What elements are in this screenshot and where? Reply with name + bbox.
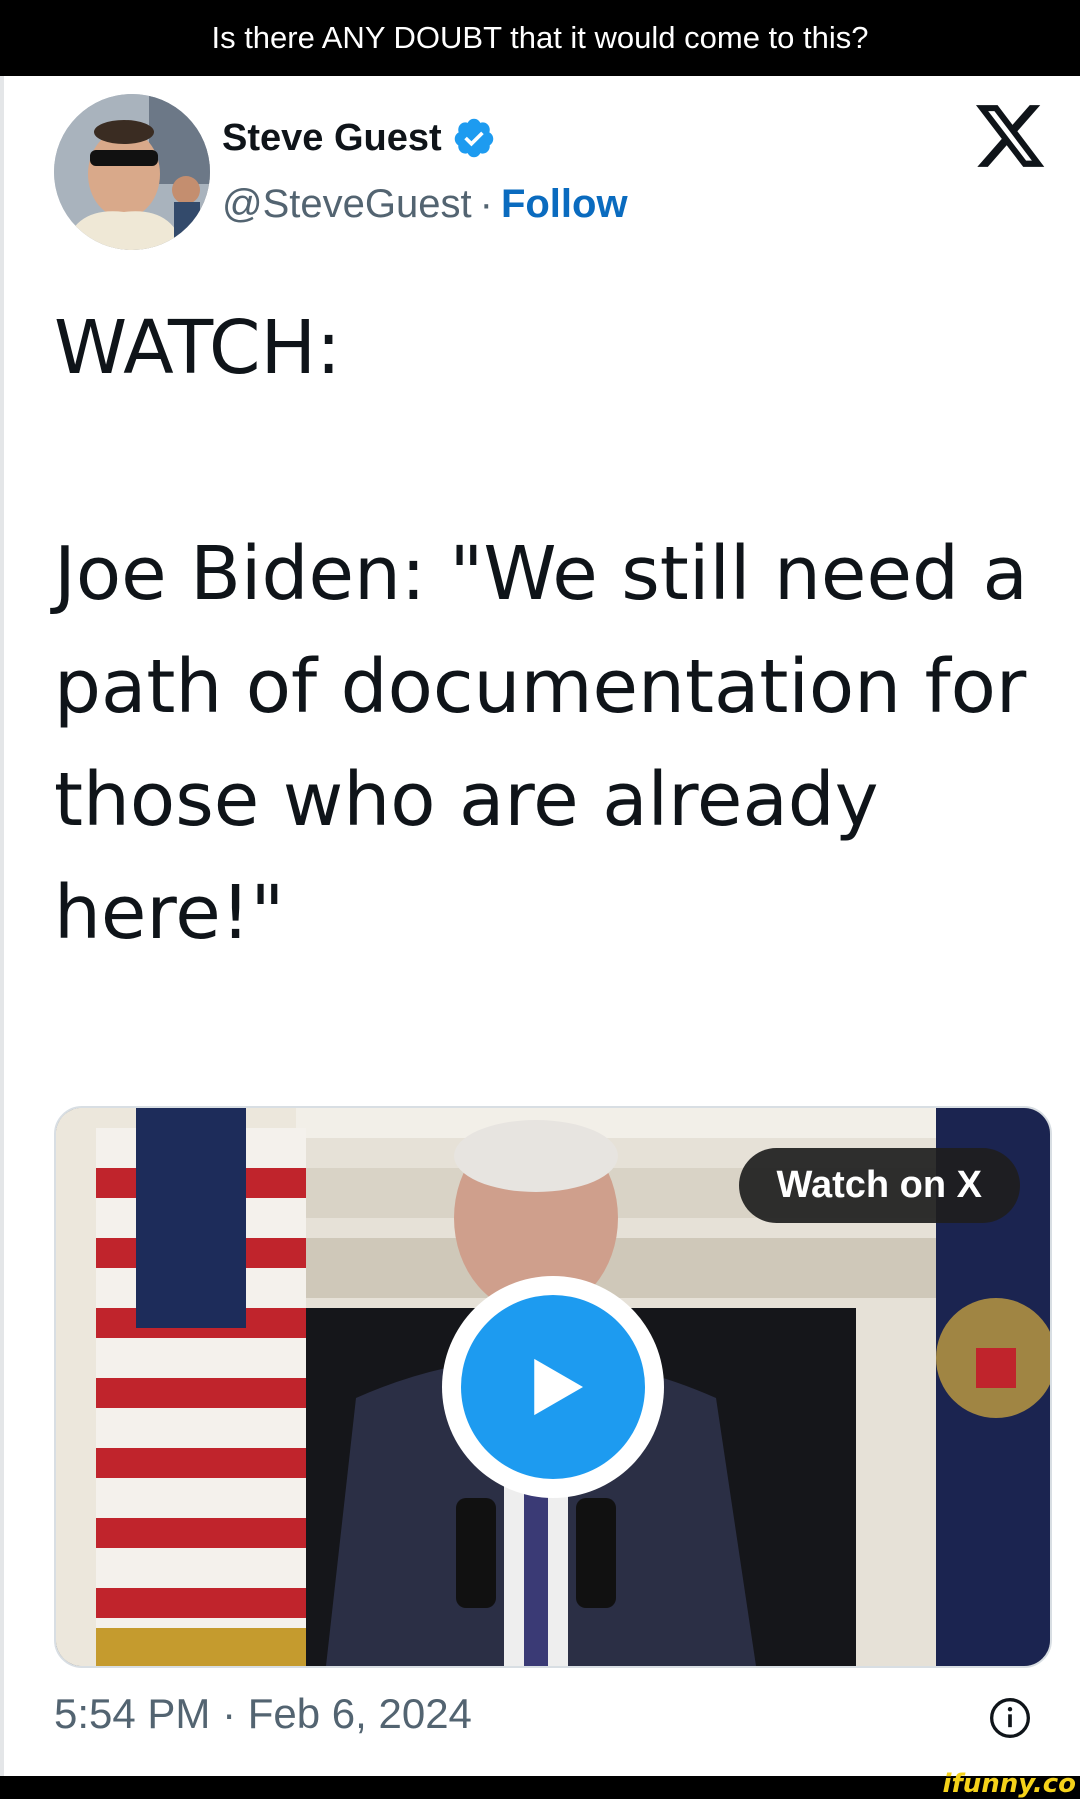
tweet-text: WATCH: Joe Biden: "We still need a path … [54, 305, 1028, 956]
follow-button[interactable]: Follow [501, 182, 628, 227]
author-handle[interactable]: @SteveGuest [222, 182, 472, 227]
author-name[interactable]: Steve Guest [222, 117, 442, 160]
watermark-logo: ifunny.co [942, 1769, 1076, 1799]
play-icon [534, 1358, 583, 1416]
author-name-row[interactable]: Steve Guest [222, 116, 496, 160]
verified-badge-icon [454, 118, 493, 158]
caption-text: Is there ANY DOUBT that it would come to… [211, 20, 869, 55]
play-button-inner [461, 1295, 645, 1479]
tweet-timestamp[interactable]: 5:54 PM · Feb 6, 2024 [54, 1690, 472, 1738]
play-button[interactable] [442, 1276, 664, 1498]
card-edge [0, 76, 4, 1776]
flag-left [96, 1108, 306, 1666]
tweet-card: Steve Guest @SteveGuest · Follow WATCH: … [0, 76, 1080, 1776]
x-logo-icon[interactable] [972, 98, 1048, 174]
video-thumbnail[interactable]: Watch on X [54, 1106, 1052, 1668]
caption-bar: Is there ANY DOUBT that it would come to… [0, 0, 1080, 76]
avatar-photo [54, 94, 210, 250]
handle-separator: · [479, 182, 493, 226]
avatar[interactable] [54, 94, 210, 250]
handle-row: @SteveGuest · Follow [222, 182, 628, 227]
info-icon[interactable] [988, 1696, 1032, 1740]
watch-on-x-button[interactable]: Watch on X [738, 1148, 1020, 1223]
footer-bar [0, 1776, 1080, 1796]
